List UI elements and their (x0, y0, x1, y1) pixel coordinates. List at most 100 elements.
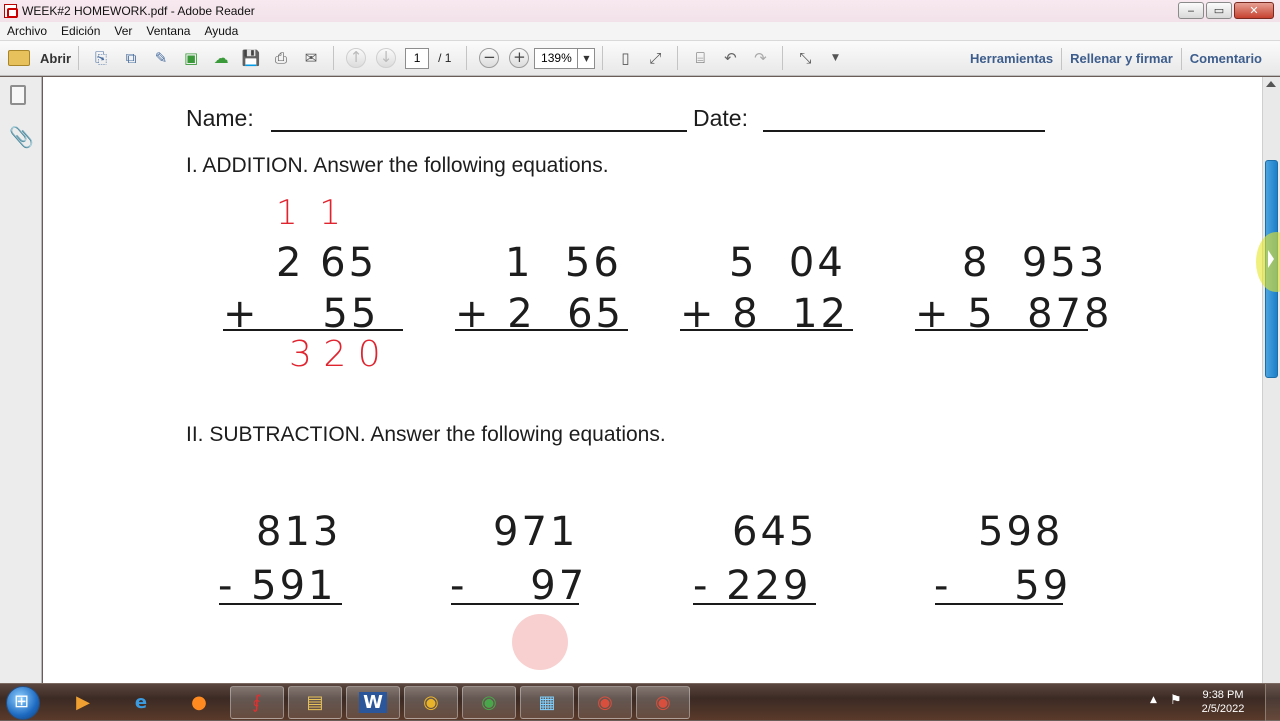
toolbar-separator (333, 46, 335, 70)
subtraction-1-top: 813 (256, 509, 342, 555)
internet-explorer-icon[interactable]: e (114, 686, 168, 719)
comment-tab[interactable]: Comentario (1182, 51, 1270, 66)
combine-files-icon[interactable]: ⧉ (120, 48, 142, 68)
title-bar: WEEK#2 HOMEWORK.pdf - Adobe Reader ‒ ▭ ✕ (0, 0, 1280, 22)
subtraction-3-top: 645 (732, 509, 818, 555)
addition-1-answer: 3 2 0 (289, 334, 381, 375)
subtraction-2-top: 971 (493, 509, 579, 555)
video-editor-icon[interactable]: ▦ (520, 686, 574, 719)
open-button[interactable]: Abrir (8, 50, 71, 66)
clock-time: 9:38 PM (1202, 689, 1244, 701)
subtraction-4-top: 598 (978, 509, 1064, 555)
system-tray: ▲ ⚑ 9:38 PM 2/5/2022 (1150, 684, 1280, 721)
toolbar-separator (602, 46, 604, 70)
open-label: Abrir (40, 50, 72, 66)
chrome-c-icon[interactable]: ◉ (578, 686, 632, 719)
taskbar: ▶ e ● ⨐ ▤ W ◉ ◉ ▦ ◉ ◉ ▲ ⚑ 9:38 PM 2/5/20… (0, 683, 1280, 721)
window-controls: ‒ ▭ ✕ (1178, 2, 1274, 19)
email-icon[interactable]: ✉ (300, 48, 322, 68)
share-folder-icon[interactable]: ▣ (180, 48, 202, 68)
fill-sign-tab[interactable]: Rellenar y firmar (1062, 51, 1181, 66)
fit-width-icon[interactable]: ⤢ (644, 48, 666, 68)
addition-4-line (915, 329, 1088, 331)
folder-icon (8, 50, 30, 66)
name-label: Name: (186, 105, 254, 131)
chrome-r-icon[interactable]: ◉ (462, 686, 516, 719)
click-highlight (512, 614, 568, 670)
addition-1-line (223, 329, 403, 331)
edit-icon[interactable]: ✎ (150, 48, 172, 68)
right-panel-tabs: Herramientas Rellenar y firmar Comentari… (962, 41, 1270, 76)
toolbar-separator (782, 46, 784, 70)
create-pdf-icon[interactable]: ⎘ (90, 48, 112, 68)
fit-page-icon[interactable]: ▯ (614, 48, 636, 68)
chevron-down-icon[interactable]: ▼ (577, 48, 594, 68)
menu-ayuda[interactable]: Ayuda (204, 24, 238, 38)
adobe-reader-taskbar-icon[interactable]: ⨐ (230, 686, 284, 719)
next-page-icon[interactable]: ↓ (376, 48, 397, 68)
addition-2-line (455, 329, 628, 331)
subtraction-2-line (451, 603, 579, 605)
date-blank-line (763, 130, 1045, 132)
subtraction-4-line (935, 603, 1063, 605)
attachments-icon[interactable]: 📎 (9, 125, 34, 149)
page-thumbnails-icon[interactable] (10, 85, 26, 105)
word-icon[interactable]: W (346, 686, 400, 719)
tools-tab[interactable]: Herramientas (962, 51, 1061, 66)
menu-edicion[interactable]: Edición (61, 24, 100, 38)
rotate-right-icon[interactable]: ↷ (749, 48, 771, 68)
page-total: / 1 (438, 51, 452, 65)
full-screen-icon[interactable]: ⤡ (794, 48, 816, 68)
addition-3-line (680, 329, 853, 331)
date-label: Date: (693, 105, 748, 131)
zoom-in-icon[interactable]: + (509, 48, 530, 68)
toolbar-separator (78, 46, 80, 70)
addition-2-top: 1 56 (505, 240, 622, 286)
subtraction-1-line (219, 603, 342, 605)
addition-3-top: 5 04 (729, 240, 846, 286)
adobe-reader-icon (4, 4, 18, 18)
menu-ver[interactable]: Ver (114, 24, 132, 38)
read-aloud-icon[interactable]: ⌸ (689, 48, 711, 68)
window-title: WEEK#2 HOMEWORK.pdf - Adobe Reader (22, 4, 255, 18)
navigation-panel: 📎 (0, 77, 42, 683)
menu-ventana[interactable]: Ventana (146, 24, 190, 38)
save-icon[interactable]: 💾 (240, 48, 262, 68)
vertical-scrollbar[interactable] (1262, 77, 1280, 683)
mouse-pointer-icon (1268, 250, 1274, 268)
clock[interactable]: 9:38 PM 2/5/2022 (1193, 688, 1253, 716)
chrome-icon[interactable]: ◉ (404, 686, 458, 719)
toolbar-separator (466, 46, 468, 70)
firefox-icon[interactable]: ● (172, 686, 226, 719)
upload-cloud-icon[interactable]: ☁ (210, 48, 232, 68)
section-addition-title: I. ADDITION. Answer the following equati… (186, 154, 609, 177)
maximize-button[interactable]: ▭ (1206, 2, 1232, 19)
start-button[interactable] (6, 686, 40, 720)
addition-1-top: 2 65 (276, 240, 378, 286)
page-number-input[interactable]: 1 (405, 47, 430, 69)
more-tools-chevron-icon[interactable]: ▼ (824, 48, 846, 68)
previous-page-icon[interactable]: ↑ (346, 48, 367, 68)
menu-archivo[interactable]: Archivo (7, 24, 47, 38)
zoom-value: 139% (541, 50, 572, 65)
toolbar: Abrir ⎘ ⧉ ✎ ▣ ☁ 💾 ⎙ ✉ ↑ ↓ 1 / 1 − + 139%… (0, 41, 1280, 76)
zoom-select[interactable]: 139% ▼ (534, 47, 596, 69)
name-blank-line (271, 130, 687, 132)
file-explorer-icon[interactable]: ▤ (288, 686, 342, 719)
action-center-flag-icon[interactable]: ⚑ (1170, 693, 1182, 708)
media-player-icon[interactable]: ▶ (56, 686, 110, 719)
minimize-button[interactable]: ‒ (1178, 2, 1204, 19)
chrome-m-icon[interactable]: ◉ (636, 686, 690, 719)
document-view[interactable]: Name: Date: I. ADDITION. Answer the foll… (43, 77, 1262, 683)
section-subtraction-title: II. SUBTRACTION. Answer the following eq… (186, 423, 666, 446)
addition-4-top: 8 953 (962, 240, 1108, 286)
rotate-left-icon[interactable]: ↶ (719, 48, 741, 68)
menu-bar: Archivo Edición Ver Ventana Ayuda (0, 22, 1280, 41)
scroll-up-icon[interactable] (1266, 81, 1276, 87)
print-icon[interactable]: ⎙ (270, 48, 292, 68)
show-desktop-button[interactable] (1265, 684, 1280, 721)
zoom-out-icon[interactable]: − (479, 48, 500, 68)
toolbar-separator (677, 46, 679, 70)
close-button[interactable]: ✕ (1234, 2, 1274, 19)
show-hidden-icons-icon[interactable]: ▲ (1150, 695, 1157, 705)
